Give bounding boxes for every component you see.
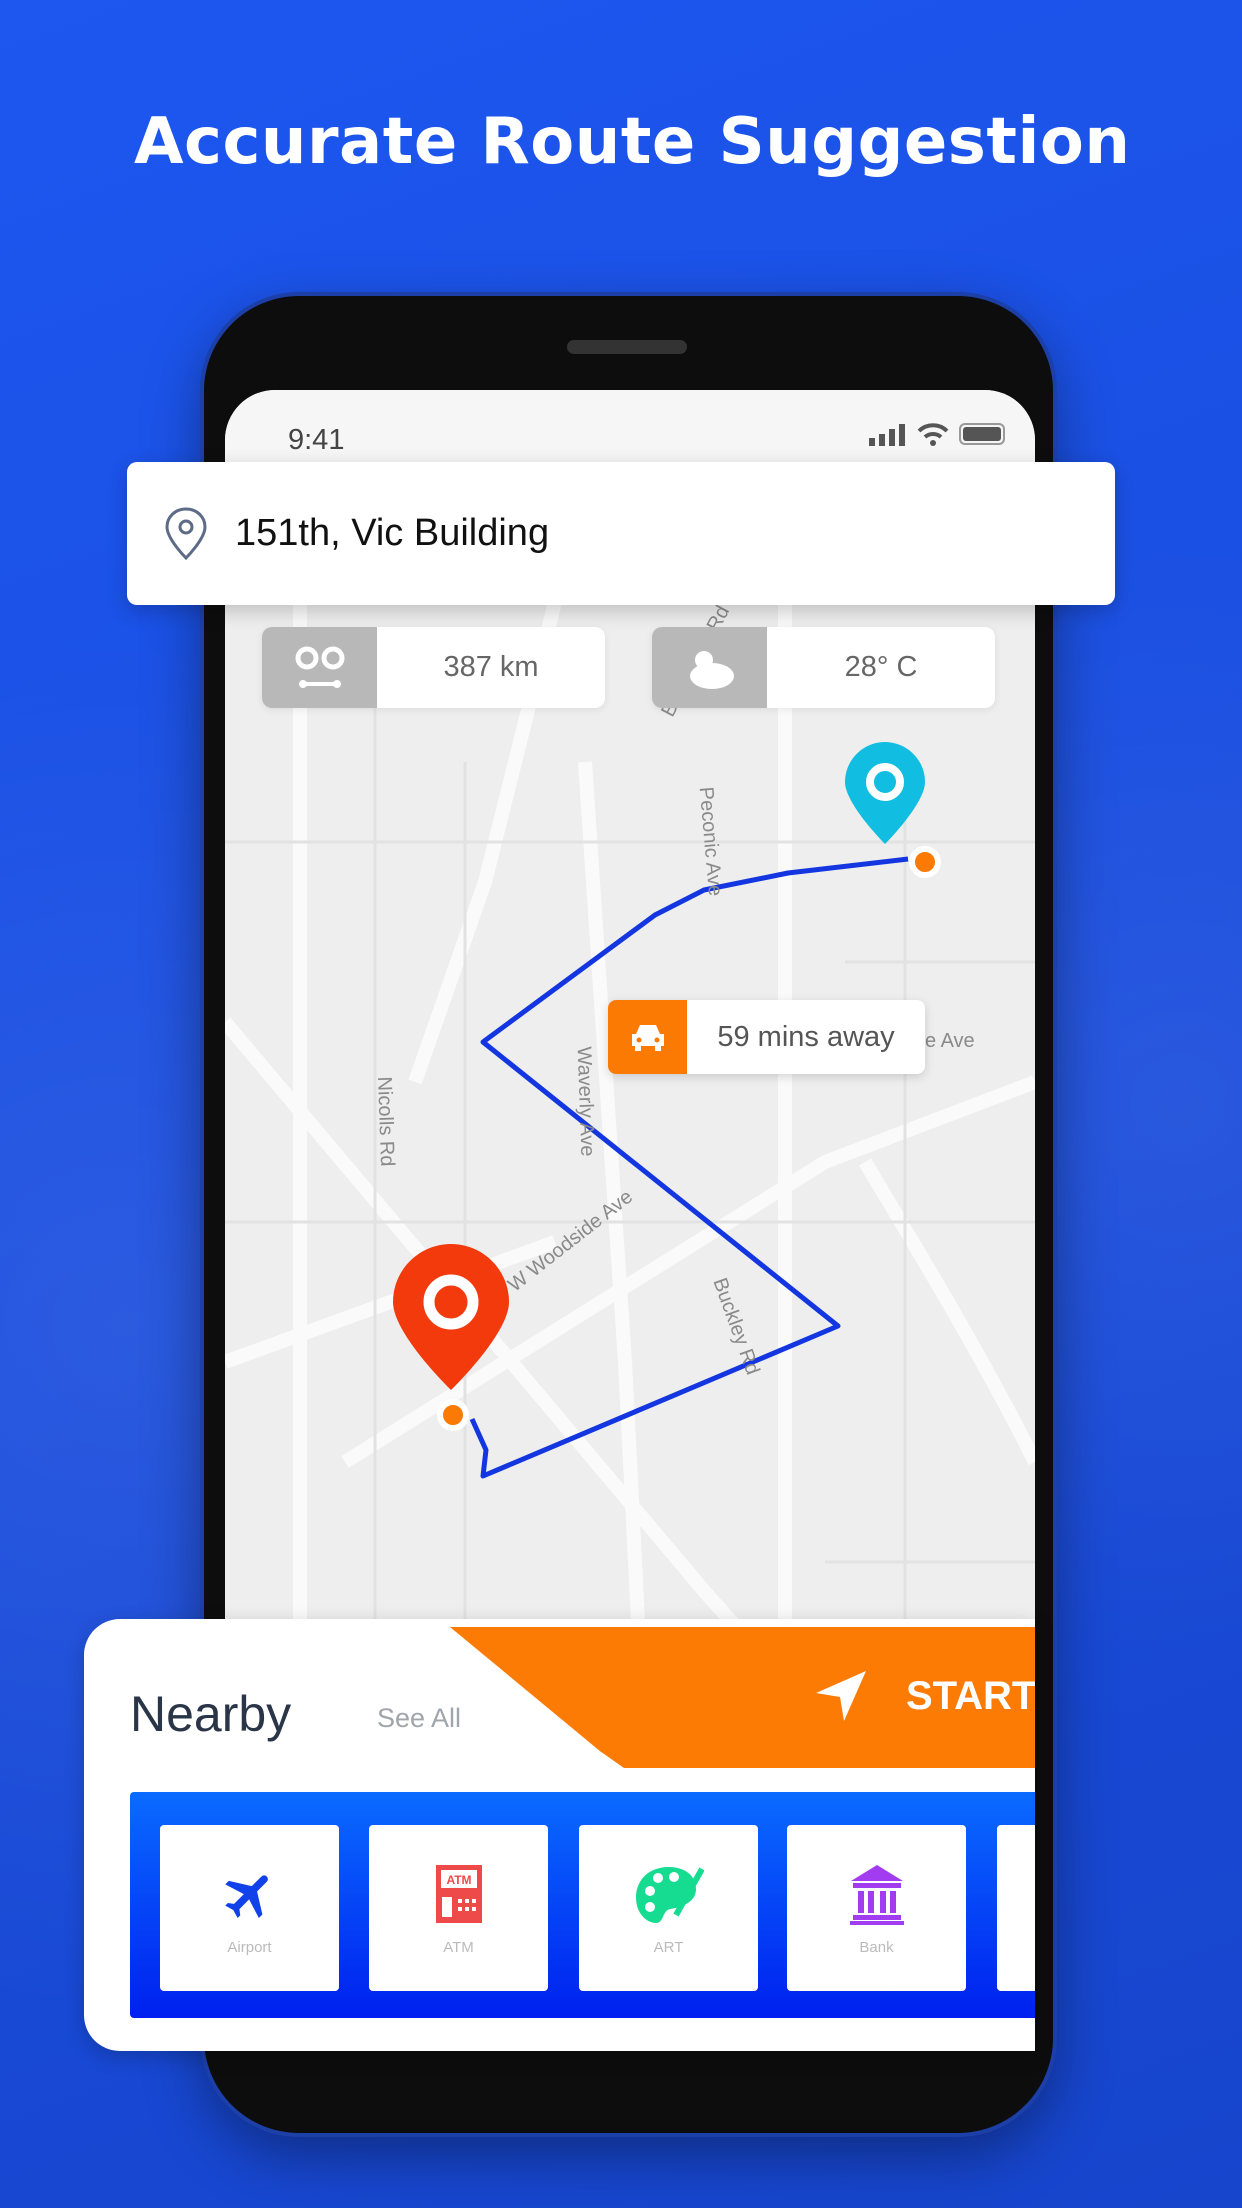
search-input[interactable]: 151th, Vic Building [235,512,549,555]
nearby-panel: START Nearby See All Airport ATM ATM ART… [84,1619,1035,2051]
category-art[interactable]: ART [579,1825,758,1991]
wifi-icon [917,423,949,446]
category-label: Bank [859,1939,894,1956]
street-label: Nicolls Rd [372,1076,399,1167]
eta-value: 59 mins away [717,1020,895,1053]
airplane-icon [224,1875,268,1918]
destination-dot [909,846,941,878]
start-label: START [906,1673,1035,1718]
start-button-content[interactable]: START [814,1669,1035,1723]
search-bar[interactable]: 151th, Vic Building [127,462,1115,605]
status-time: 9:41 [288,424,345,456]
category-label: ATM [443,1939,474,1956]
eta-badge: 59 mins away [608,1000,925,1074]
see-all-link[interactable]: See All [377,1703,461,1734]
weather-card: 28° C [652,627,995,708]
svg-text:ATM: ATM [446,1873,471,1887]
palette-icon [635,1867,704,1923]
navigation-arrow-icon [816,1671,866,1721]
nearby-title: Nearby [130,1686,292,1742]
category-label: ART [653,1939,684,1956]
temperature-value: 28° C [844,651,918,683]
distance-value: 387 km [443,651,539,683]
street-label: e Ave [925,1030,975,1052]
battery-icon [959,423,1005,445]
phone-speaker [567,340,687,354]
origin-dot [437,1399,469,1431]
category-label: Airport [227,1939,272,1956]
street-label: Waverly Ave [572,1046,599,1157]
category-atm[interactable]: ATM ATM [369,1825,548,1991]
bank-icon [849,1865,904,1925]
category-bank[interactable]: Bank [787,1825,966,1991]
distance-icon [295,646,344,688]
signal-icon [869,424,905,446]
atm-icon: ATM [435,1865,482,1923]
status-bar: 9:41 [225,390,1035,462]
weather-icon [689,650,734,689]
headline: Accurate Route Suggestion [134,105,1131,179]
category-airport[interactable]: Airport [160,1825,339,1991]
nearby-categories: Airport ATM ATM ART Bank [130,1792,1035,2018]
location-pin-icon [165,506,207,560]
car-icon [631,1025,664,1051]
category-more[interactable] [997,1825,1035,1991]
distance-card: 387 km [262,627,605,708]
